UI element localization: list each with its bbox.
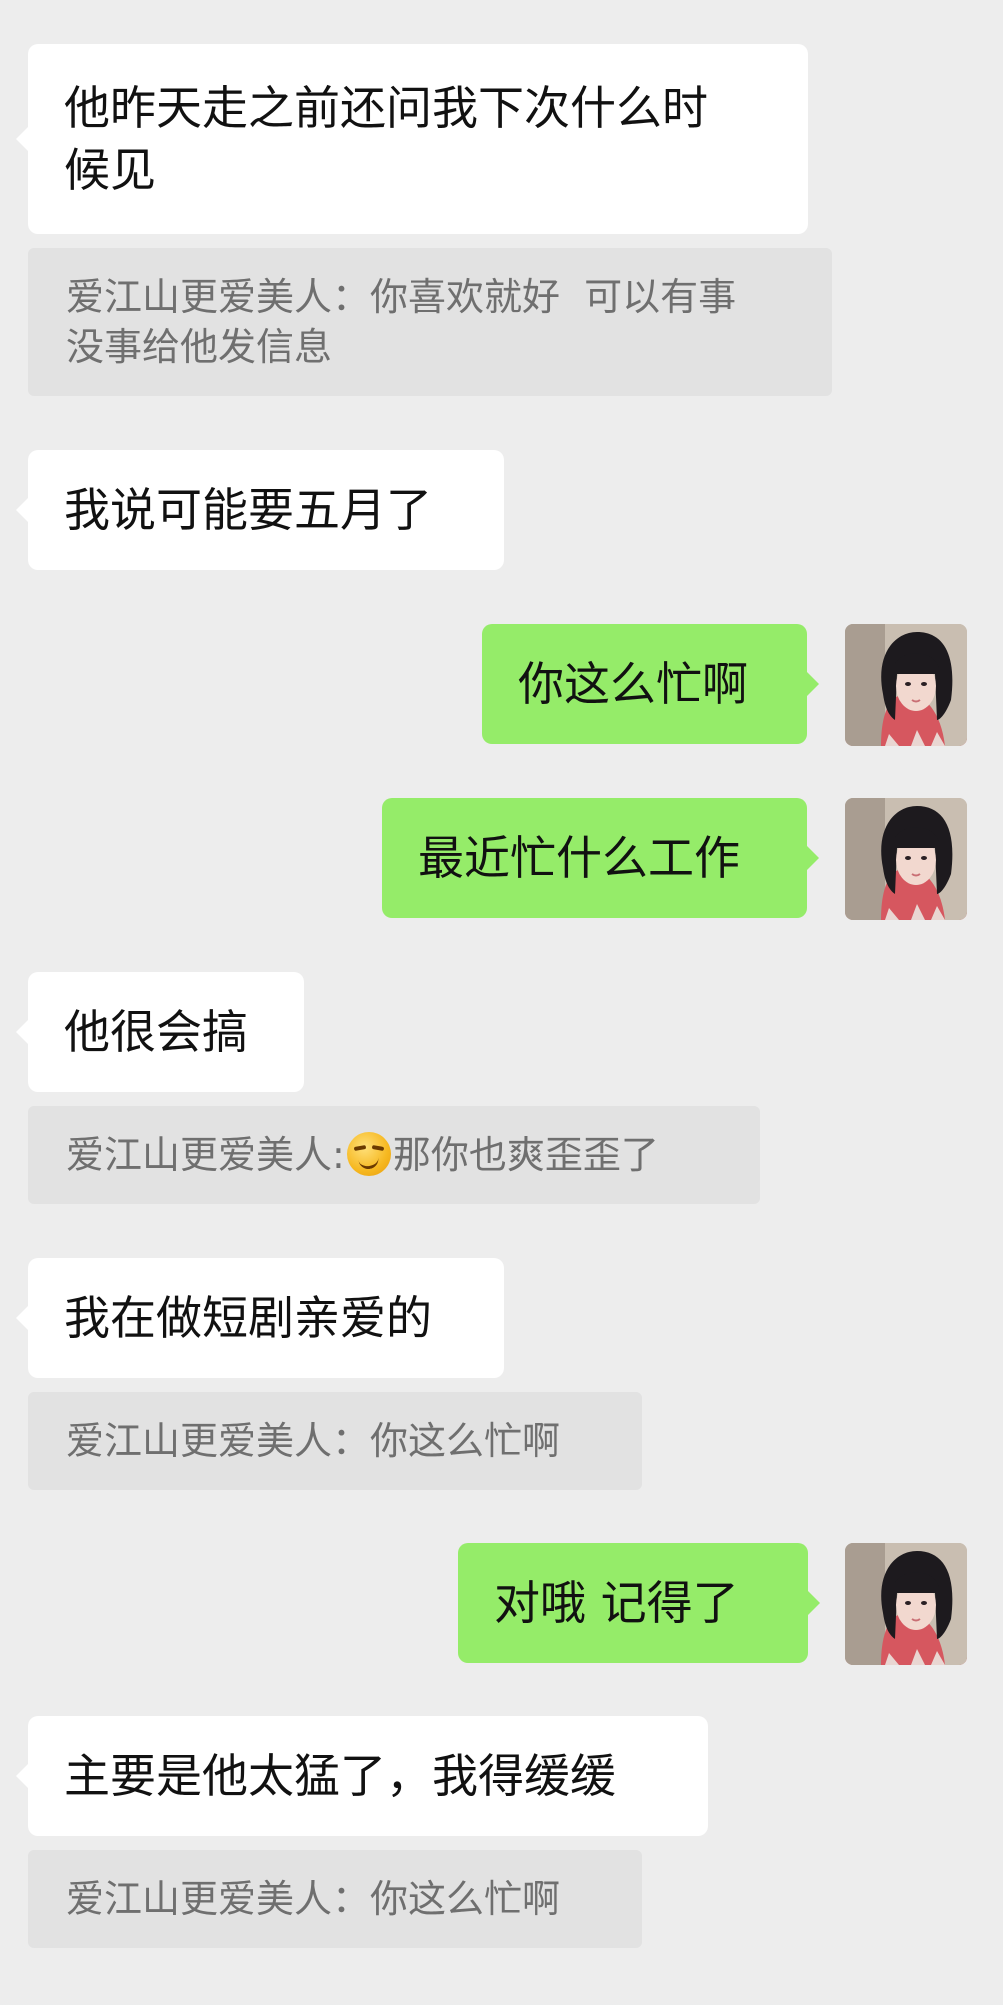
message-text: 主要是他太猛了，我得缓缓 [64, 1749, 616, 1803]
quoted-reply[interactable]: 爱江山更爱美人: 那你也爽歪歪了 [28, 1106, 760, 1204]
message-text: 对哦 记得了 [494, 1576, 739, 1630]
quoted-reply[interactable]: 爱江山更爱美人：你喜欢就好 可以有事 没事给他发信息 [28, 248, 832, 396]
quote-sender: 爱江山更爱美人: [66, 1133, 345, 1177]
quoted-text: 爱江山更爱美人: 那你也爽歪歪了 [66, 1130, 659, 1180]
bubble-tail [807, 846, 819, 870]
quoted-text: 爱江山更爱美人：你这么忙啊 [66, 1419, 561, 1463]
quoted-reply[interactable]: 爱江山更爱美人：你这么忙啊 [28, 1392, 642, 1490]
bubble-tail [808, 1591, 820, 1615]
message-text: 他昨天走之前还问我下次什么时 候见 [64, 81, 708, 197]
message-bubble-incoming[interactable]: 他很会搞 [16, 972, 304, 1092]
message-bubble-incoming[interactable]: 他昨天走之前还问我下次什么时 候见 [16, 44, 808, 234]
avatar-image [845, 624, 967, 746]
bubble-tail [16, 1020, 28, 1044]
user-avatar[interactable] [845, 1543, 967, 1665]
bubble-tail [16, 127, 28, 151]
message-text: 最近忙什么工作 [418, 831, 740, 885]
message-bubble-outgoing[interactable]: 最近忙什么工作 [382, 798, 819, 918]
user-avatar[interactable] [845, 624, 967, 746]
quoted-text: 爱江山更爱美人：你这么忙啊 [66, 1877, 561, 1921]
user-avatar[interactable] [845, 798, 967, 920]
message-text: 我在做短剧亲爱的 [64, 1291, 432, 1345]
smirk-emoji-icon [346, 1132, 391, 1176]
bubble-tail [16, 1764, 28, 1788]
bubble-tail [807, 672, 819, 696]
message-bubble-incoming[interactable]: 我说可能要五月了 [16, 450, 504, 570]
avatar-image [845, 798, 967, 920]
message-bubble-incoming[interactable]: 我在做短剧亲爱的 [16, 1258, 504, 1378]
bubble-tail [16, 498, 28, 522]
avatar-image [845, 1543, 967, 1665]
message-text: 你这么忙啊 [518, 657, 748, 711]
message-text: 我说可能要五月了 [64, 483, 432, 537]
message-text: 他很会搞 [64, 1005, 248, 1059]
message-bubble-outgoing[interactable]: 对哦 记得了 [458, 1543, 820, 1663]
message-bubble-incoming[interactable]: 主要是他太猛了，我得缓缓 [16, 1716, 708, 1836]
quoted-text: 爱江山更爱美人：你喜欢就好 可以有事 没事给他发信息 [66, 275, 737, 369]
quoted-reply[interactable]: 爱江山更爱美人：你这么忙啊 [28, 1850, 642, 1948]
bubble-tail [16, 1306, 28, 1330]
message-bubble-outgoing[interactable]: 你这么忙啊 [482, 624, 819, 744]
quote-content: 那你也爽歪歪了 [392, 1133, 659, 1177]
